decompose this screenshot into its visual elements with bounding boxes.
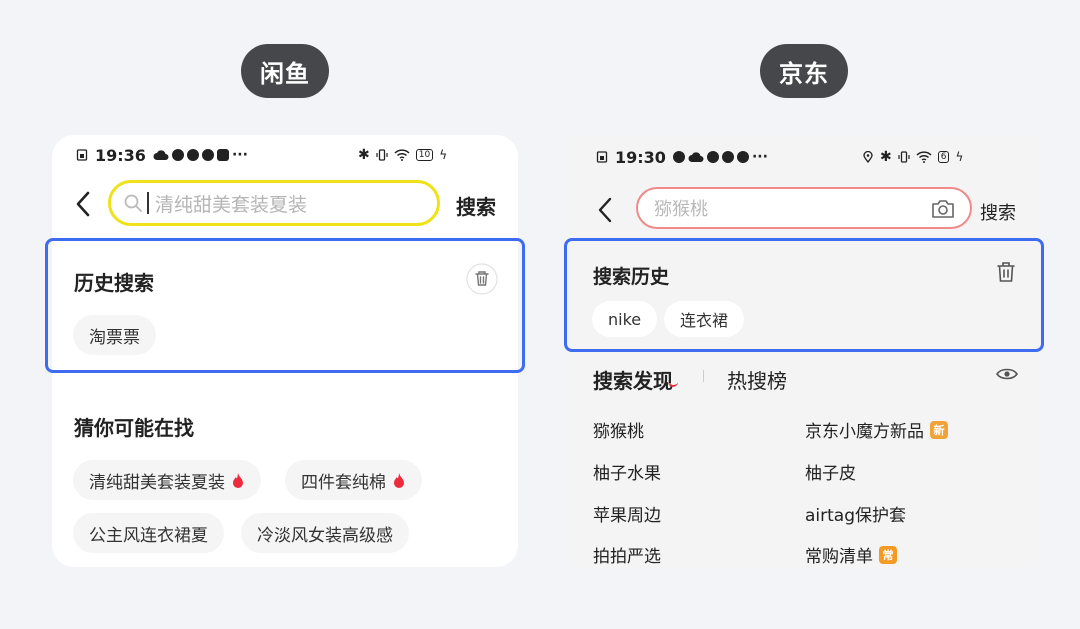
guess-chip-label: 公主风连衣裙夏 [89,525,208,546]
text-cursor [147,192,149,214]
status-bar: 19:30 ··· ✱ 6 ϟ [572,145,1038,169]
discover-item-label: 苹果周边 [593,506,661,526]
vibrate-icon [898,151,910,163]
more-notifications-icon: ··· [751,149,768,165]
back-icon[interactable] [74,189,94,219]
search-icon [124,194,142,212]
guess-chip-label: 清纯甜美套装夏装 [89,472,225,493]
wifi-icon [916,151,932,163]
discover-item-label: 柚子水果 [593,464,661,484]
status-time: 19:36 [95,145,146,165]
search-input[interactable]: 清纯甜美套装夏装 [108,180,440,226]
jd-label: 京东 [760,44,848,98]
bluetooth-icon: ✱ [880,149,892,165]
back-icon[interactable] [596,195,616,225]
discover-item[interactable]: 柚子水果 [593,459,661,484]
discover-item-label: 柚子皮 [805,464,856,484]
guess-chip-label: 冷淡风女装高级感 [257,525,393,546]
upload-icon [736,151,749,163]
more-notifications-icon: ··· [231,147,248,163]
charging-icon: ϟ [955,150,964,164]
guess-chip[interactable]: 清纯甜美套装夏装 [73,460,261,500]
search-placeholder: 猕猴桃 [654,199,708,220]
discover-item-label: 猕猴桃 [593,422,644,442]
discover-item[interactable]: 苹果周边 [593,501,661,526]
sim-icon [596,151,608,163]
charging-icon: ϟ [439,148,448,162]
discover-item[interactable]: 拍拍严选 [593,542,661,567]
search-button[interactable]: 搜索 [980,199,1016,225]
vibrate-icon [376,149,388,161]
tab-search-discover[interactable]: 搜索发现 [593,365,673,394]
guess-chip[interactable]: 四件套纯棉 [285,460,422,500]
discover-item[interactable]: 京东小魔方新品新 [805,417,948,442]
location-icon [863,151,873,163]
fire-icon [233,472,243,488]
tab-hot-list[interactable]: 热搜榜 [727,365,787,394]
new-badge: 新 [930,420,948,439]
discover-item-label: 常购清单 [805,547,873,567]
history-highlight-box [564,238,1044,352]
discover-item-label: 拍拍严选 [593,547,661,567]
xianyu-label: 闲鱼 [241,44,329,98]
fire-icon [394,472,404,488]
guess-chip[interactable]: 冷淡风女装高级感 [241,513,409,553]
guess-chip-label: 四件套纯棉 [301,472,386,493]
discover-item[interactable]: 柚子皮 [805,459,856,484]
cloud-icon [688,152,704,162]
tab-divider [703,370,704,382]
wifi-icon [394,149,410,161]
guess-title: 猜你可能在找 [74,416,194,440]
battery-indicator: 6 [937,151,950,163]
app-notification-icon [672,151,685,163]
status-bar: 19:36 ··· ✱ 10 ϟ [52,143,518,167]
cloud-icon [153,150,169,160]
battery-indicator: 10 [415,149,434,161]
app-notification-icon [721,151,734,163]
message-icon [216,149,229,161]
history-highlight-box [45,238,525,373]
discover-item-label: 京东小魔方新品 [805,422,924,442]
app-notification-icon [186,149,199,161]
status-time: 19:30 [615,147,666,167]
search-placeholder: 清纯甜美套装夏装 [155,193,308,216]
upload-icon [201,149,214,161]
guess-chip[interactable]: 公主风连衣裙夏 [73,513,224,553]
eye-icon[interactable] [996,367,1018,381]
discover-item-label: airtag保护套 [805,506,907,526]
discover-item[interactable]: 猕猴桃 [593,417,644,442]
frequent-badge: 常 [879,545,897,564]
sim-icon [76,149,88,161]
app-notification-icon [171,149,184,161]
discover-item[interactable]: airtag保护套 [805,501,906,526]
bluetooth-icon: ✱ [358,147,370,163]
tab-active-indicator [668,381,678,387]
search-button[interactable]: 搜索 [456,191,496,220]
discover-item[interactable]: 常购清单常 [805,542,897,567]
app-notification-icon [706,151,719,163]
search-input[interactable]: 猕猴桃 [636,187,972,229]
camera-icon[interactable] [930,198,956,220]
